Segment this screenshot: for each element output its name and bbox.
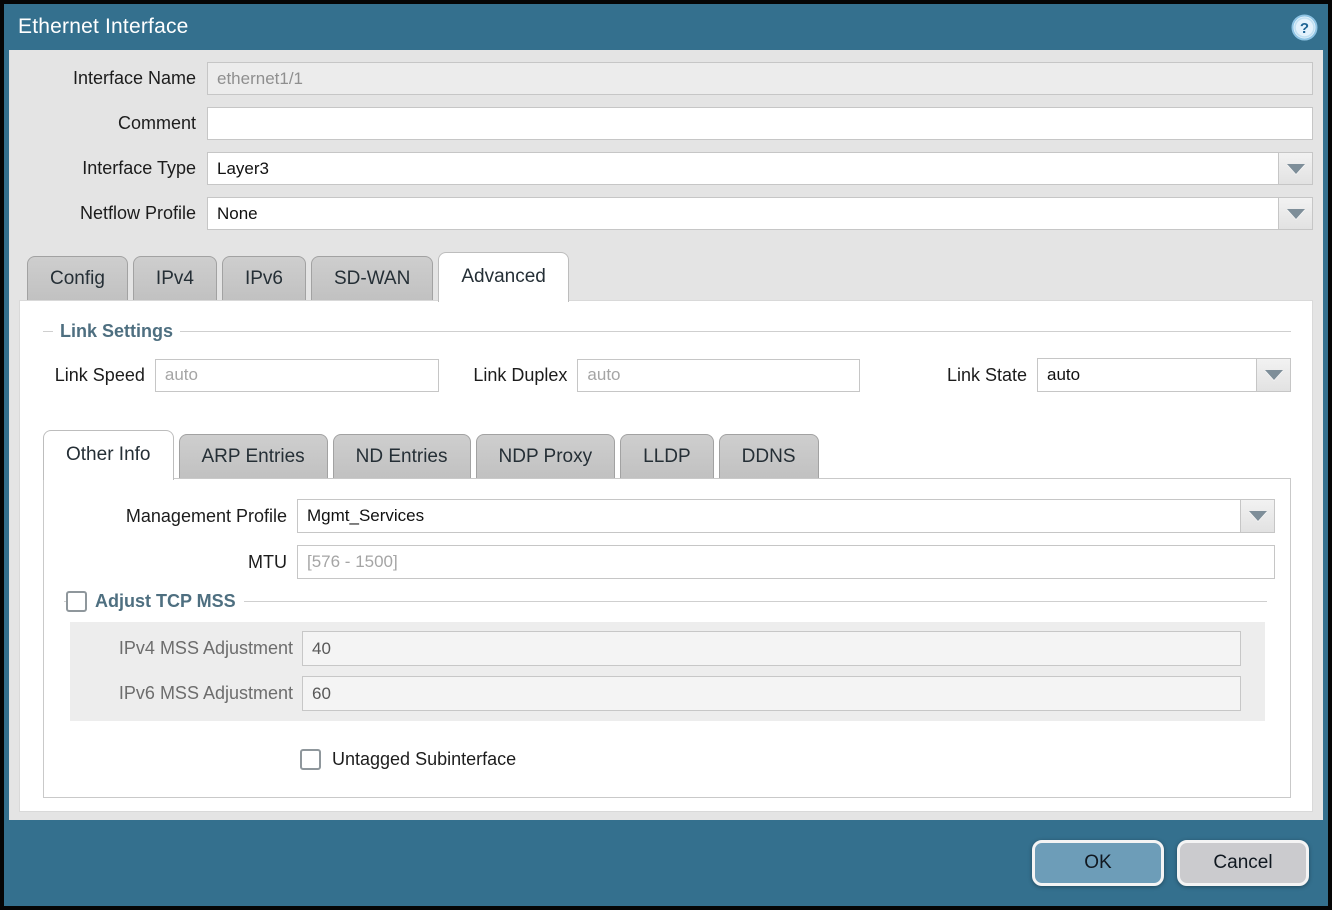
ipv6-mss-input [302,676,1241,711]
ethernet-interface-dialog: Ethernet Interface ? Interface Name Comm… [0,0,1332,910]
mtu-row: MTU [44,545,1275,579]
untagged-subinterface-label: Untagged Subinterface [332,749,516,770]
title-bar: Ethernet Interface ? [4,4,1328,50]
subtab-lldp[interactable]: LLDP [620,434,714,478]
link-settings-row: Link Speed Link Duplex Link State auto [43,358,1291,392]
netflow-profile-dropdown-button[interactable] [1278,198,1312,229]
tab-advanced[interactable]: Advanced [438,252,569,302]
untagged-subinterface-checkbox[interactable] [300,749,321,770]
advanced-tab-panel: Link Settings Link Speed Link Duplex Lin… [19,300,1313,812]
link-speed-group: Link Speed [43,358,439,392]
tab-ipv6[interactable]: IPv6 [222,256,306,300]
adjust-tcp-mss-fieldset: Adjust TCP MSS IPv4 MSS Adjustment IPv6 … [64,591,1267,721]
untagged-subinterface-row: Untagged Subinterface [300,749,1290,770]
link-state-dropdown[interactable]: auto [1037,358,1291,392]
comment-field[interactable] [207,107,1313,140]
management-profile-row: Management Profile Mgmt_Services [44,499,1275,533]
chevron-down-icon [1287,209,1305,219]
help-icon[interactable]: ? [1291,14,1318,41]
chevron-down-icon [1265,370,1283,380]
interface-name-field [207,62,1313,95]
interface-type-label: Interface Type [9,158,207,179]
link-duplex-group: Link Duplex [469,358,860,392]
management-profile-label: Management Profile [44,506,297,527]
adjust-tcp-mss-legend: Adjust TCP MSS [66,591,244,612]
interface-type-dropdown-button[interactable] [1278,153,1312,184]
comment-row: Comment [9,107,1313,140]
link-state-group: Link State auto [889,358,1291,392]
chevron-down-icon [1249,511,1267,521]
comment-label: Comment [9,113,207,134]
main-tab-strip: Config IPv4 IPv6 SD-WAN Advanced [9,250,1323,300]
subtab-arp-entries[interactable]: ARP Entries [179,434,328,478]
link-speed-label: Link Speed [43,365,155,386]
ipv4-mss-input [302,631,1241,666]
link-duplex-input[interactable] [577,359,859,392]
adjust-tcp-mss-checkbox[interactable] [66,591,87,612]
subtab-ddns[interactable]: DDNS [719,434,819,478]
dialog-title: Ethernet Interface [18,15,189,39]
subtab-other-info[interactable]: Other Info [43,430,174,480]
interface-type-row: Interface Type Layer3 [9,152,1313,185]
management-profile-value: Mgmt_Services [298,500,1240,532]
dialog-body: Interface Name Comment Interface Type La… [9,50,1323,820]
ipv6-mss-label: IPv6 MSS Adjustment [70,683,302,704]
interface-name-label: Interface Name [9,68,207,89]
link-settings-legend: Link Settings [53,321,180,342]
adjust-tcp-mss-label: Adjust TCP MSS [95,591,236,612]
netflow-profile-label: Netflow Profile [9,203,207,224]
tab-ipv4[interactable]: IPv4 [133,256,217,300]
link-state-dropdown-button[interactable] [1256,359,1290,391]
svg-text:?: ? [1300,20,1309,37]
cancel-button[interactable]: Cancel [1177,840,1309,886]
netflow-profile-value: None [208,198,1278,229]
link-speed-input[interactable] [155,359,439,392]
mtu-input[interactable] [297,545,1275,579]
ipv6-mss-row: IPv6 MSS Adjustment [70,676,1241,711]
ipv4-mss-row: IPv4 MSS Adjustment [70,631,1241,666]
interface-type-value: Layer3 [208,153,1278,184]
subtab-nd-entries[interactable]: ND Entries [333,434,471,478]
interface-name-row: Interface Name [9,62,1313,95]
link-duplex-label: Link Duplex [469,365,578,386]
ipv4-mss-label: IPv4 MSS Adjustment [70,638,302,659]
link-state-label: Link State [889,365,1037,386]
chevron-down-icon [1287,164,1305,174]
mss-disabled-block: IPv4 MSS Adjustment IPv6 MSS Adjustment [70,622,1265,721]
netflow-profile-row: Netflow Profile None [9,197,1313,230]
dialog-footer: OK Cancel [4,820,1328,906]
other-info-panel: Management Profile Mgmt_Services MTU [43,478,1291,798]
tab-config[interactable]: Config [27,256,128,300]
link-settings-fieldset: Link Settings Link Speed Link Duplex Lin… [43,321,1291,410]
sub-tab-strip: Other Info ARP Entries ND Entries NDP Pr… [20,428,1312,478]
netflow-profile-dropdown[interactable]: None [207,197,1313,230]
management-profile-dropdown[interactable]: Mgmt_Services [297,499,1275,533]
interface-type-dropdown[interactable]: Layer3 [207,152,1313,185]
link-state-value: auto [1038,359,1256,391]
management-profile-dropdown-button[interactable] [1240,500,1274,532]
tab-sdwan[interactable]: SD-WAN [311,256,433,300]
ok-button[interactable]: OK [1032,840,1164,886]
subtab-ndp-proxy[interactable]: NDP Proxy [476,434,616,478]
mtu-label: MTU [44,552,297,573]
